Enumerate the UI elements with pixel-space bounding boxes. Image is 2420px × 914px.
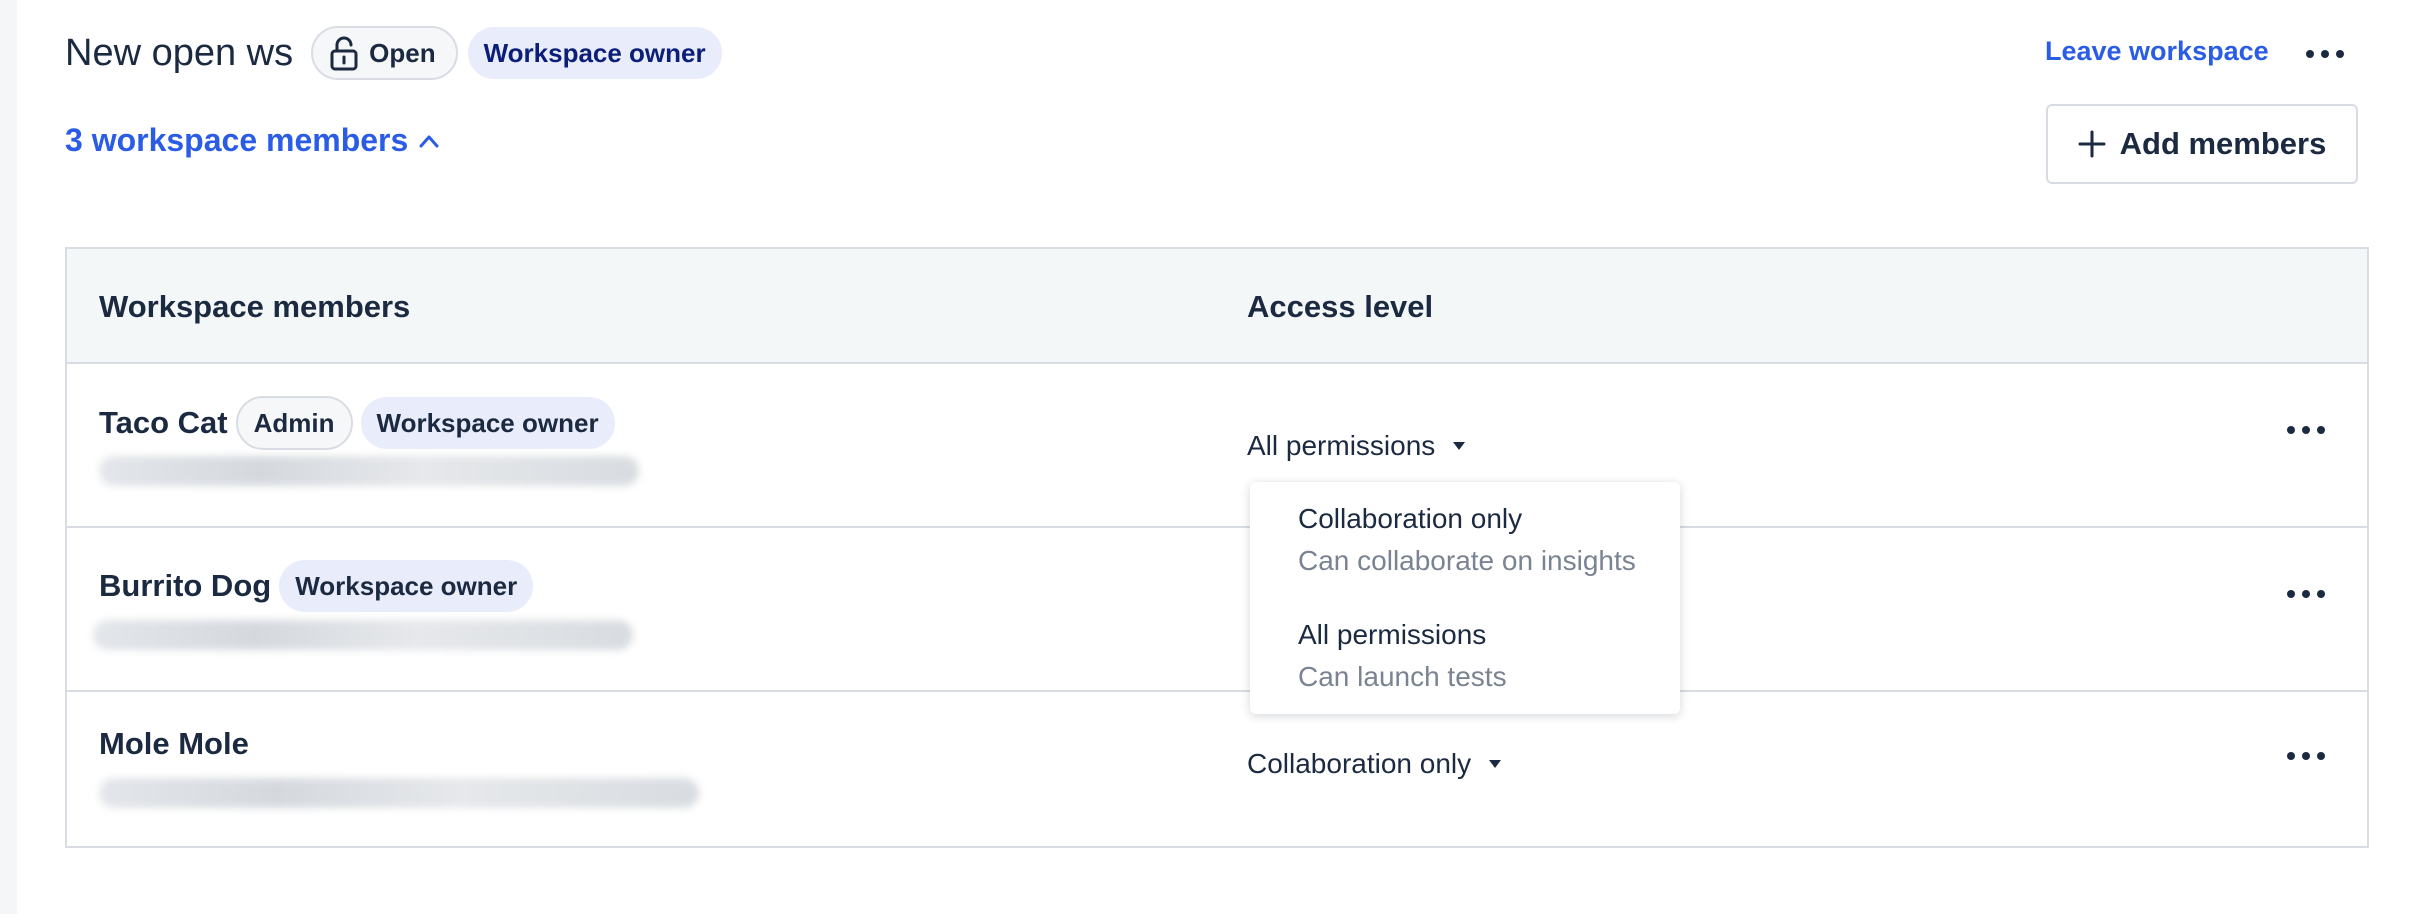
access-level-value: Collaboration only bbox=[1247, 748, 1472, 779]
access-option-description: Can collaborate on insights bbox=[1298, 545, 1636, 576]
open-badge-label: Open bbox=[369, 37, 436, 68]
member-name: Taco Cat bbox=[99, 405, 228, 440]
member-name: Burrito Dog bbox=[99, 568, 272, 603]
member-email-redacted bbox=[99, 456, 639, 486]
access-option-description: Can launch tests bbox=[1298, 661, 1507, 692]
workspace-owner-badge: Workspace owner bbox=[279, 560, 534, 612]
caret-down-icon bbox=[1453, 442, 1466, 450]
access-level-dropdown[interactable]: Collaboration only bbox=[1247, 748, 1502, 780]
workspace-title: New open ws bbox=[65, 31, 294, 74]
access-level-menu: Collaboration only Can collaborate on in… bbox=[1250, 482, 1680, 714]
open-badge: Open bbox=[311, 26, 458, 80]
access-option-all-permissions[interactable]: All permissions Can launch tests bbox=[1298, 618, 1507, 694]
more-dots-icon bbox=[2287, 590, 2295, 598]
column-header-members: Workspace members bbox=[99, 289, 411, 324]
member-more-options-button[interactable] bbox=[2287, 426, 2325, 434]
workspace-members-toggle[interactable]: 3 workspace members bbox=[65, 122, 440, 159]
leave-workspace-link[interactable]: Leave workspace bbox=[2045, 36, 2269, 67]
member-name-line: Mole Mole bbox=[99, 726, 257, 762]
more-dots-icon bbox=[2287, 752, 2295, 760]
plus-icon bbox=[2078, 130, 2106, 158]
more-dots-icon bbox=[2306, 50, 2314, 58]
member-name: Mole Mole bbox=[99, 726, 249, 761]
workspace-more-options-button[interactable] bbox=[2306, 50, 2344, 58]
members-table-header: Workspace members Access level bbox=[67, 249, 2367, 364]
add-members-button[interactable]: Add members bbox=[2046, 104, 2358, 184]
workspace-owner-badge: Workspace owner bbox=[360, 397, 615, 449]
workspace-panel: New open ws Open Workspace owner Leave w… bbox=[17, 0, 2420, 914]
unlock-icon bbox=[330, 36, 358, 71]
access-option-title: Collaboration only bbox=[1298, 503, 1523, 534]
workspace-header: New open ws Open Workspace owner bbox=[65, 24, 722, 82]
members-table: Workspace members Access level Taco Cat … bbox=[65, 247, 2369, 848]
member-email-redacted bbox=[93, 620, 633, 650]
member-name-line: Taco Cat Admin Workspace owner bbox=[99, 396, 615, 450]
workspace-owner-badge: Workspace owner bbox=[467, 27, 722, 79]
table-row: Mole Mole Collaboration only bbox=[67, 692, 2367, 848]
table-row: Burrito Dog Workspace owner bbox=[67, 528, 2367, 692]
more-dots-icon bbox=[2287, 426, 2295, 434]
workspace-members-toggle-label: 3 workspace members bbox=[65, 122, 409, 158]
table-row: Taco Cat Admin Workspace owner All permi… bbox=[67, 364, 2367, 528]
admin-badge-label: Admin bbox=[253, 407, 335, 438]
member-more-options-button[interactable] bbox=[2287, 752, 2325, 760]
access-level-dropdown[interactable]: All permissions bbox=[1247, 430, 1466, 462]
admin-badge: Admin bbox=[235, 396, 353, 450]
member-name-line: Burrito Dog Workspace owner bbox=[99, 560, 534, 612]
access-option-collaboration[interactable]: Collaboration only Can collaborate on in… bbox=[1298, 502, 1636, 578]
member-email-redacted bbox=[99, 778, 699, 808]
add-members-label: Add members bbox=[2119, 126, 2327, 161]
access-option-title: All permissions bbox=[1298, 619, 1487, 650]
workspace-owner-badge-label: Workspace owner bbox=[376, 407, 599, 438]
member-more-options-button[interactable] bbox=[2287, 590, 2325, 598]
column-header-access: Access level bbox=[1247, 289, 1434, 324]
chevron-up-icon bbox=[419, 135, 439, 147]
access-level-value: All permissions bbox=[1247, 430, 1436, 461]
caret-down-icon bbox=[1489, 760, 1502, 768]
workspace-owner-badge-label: Workspace owner bbox=[295, 570, 518, 601]
workspace-owner-badge-label: Workspace owner bbox=[483, 37, 706, 68]
